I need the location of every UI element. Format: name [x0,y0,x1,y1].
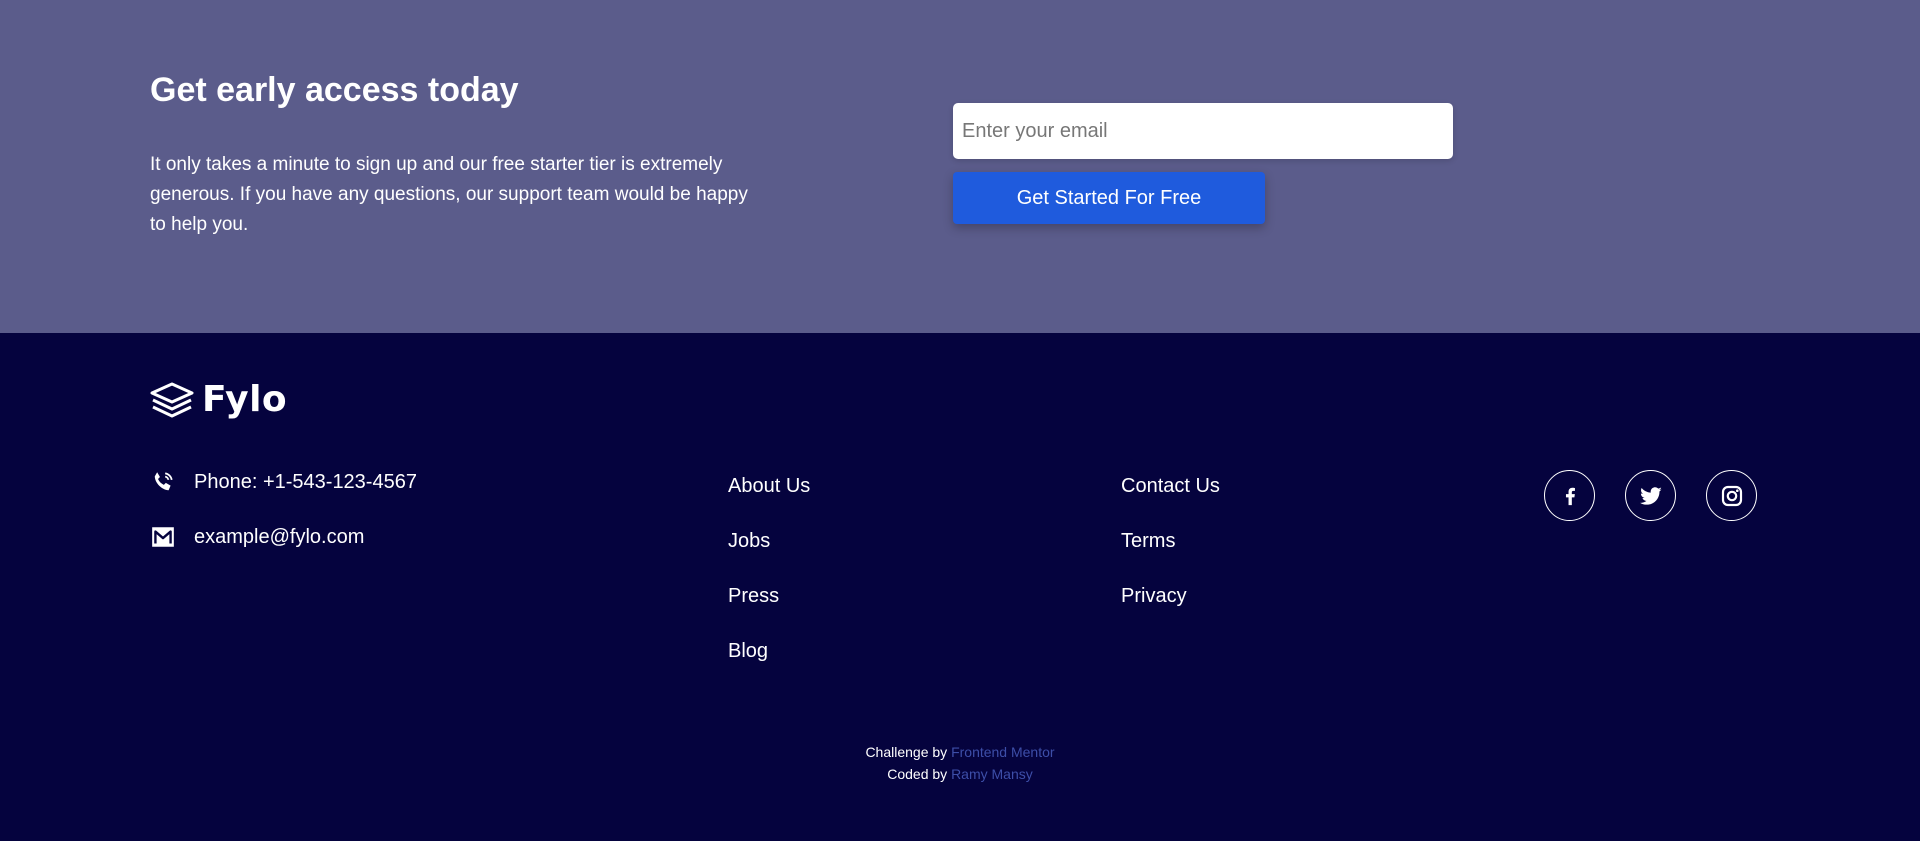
early-access-description: It only takes a minute to sign up and ou… [150,154,748,235]
phone-contact: Phone: +1-543-123-4567 [150,469,417,495]
facebook-button[interactable] [1544,470,1595,521]
coded-credit: Coded by Ramy Mansy [0,763,1920,785]
attribution: Challenge by Frontend Mentor Coded by Ra… [0,741,1920,785]
challenge-credit: Challenge by Frontend Mentor [0,741,1920,763]
author-link[interactable]: Ramy Mansy [951,766,1033,782]
logo-layers-icon [150,382,194,417]
instagram-button[interactable] [1706,470,1757,521]
mail-icon [150,524,176,550]
facebook-icon [1565,487,1575,505]
logo-text: Fylo [202,379,288,420]
early-access-title: Get early access today [150,71,519,109]
logo[interactable]: Fylo [150,379,287,420]
instagram-icon [1721,485,1742,506]
phone-icon [150,469,176,495]
footer-link-privacy[interactable]: Privacy [1121,584,1187,608]
email-input[interactable] [953,103,1453,159]
twitter-icon [1639,486,1662,505]
get-started-button[interactable]: Get Started For Free [953,172,1265,224]
footer: Fylo Phone: +1-543-123-4567 example@fylo… [0,333,1920,841]
frontend-mentor-link[interactable]: Frontend Mentor [951,744,1055,760]
footer-link-jobs[interactable]: Jobs [728,529,770,553]
challenge-prefix: Challenge by [865,744,948,760]
footer-link-press[interactable]: Press [728,584,779,608]
phone-number: Phone: +1-543-123-4567 [194,470,417,493]
twitter-button[interactable] [1625,470,1676,521]
early-access-section: Get early access today It only takes a m… [0,0,1920,333]
footer-link-about-us[interactable]: About Us [728,474,810,498]
email-contact: example@fylo.com [150,524,364,550]
footer-link-contact-us[interactable]: Contact Us [1121,474,1220,498]
footer-link-terms[interactable]: Terms [1121,529,1175,553]
email-address[interactable]: example@fylo.com [194,526,364,549]
footer-link-blog[interactable]: Blog [728,639,768,663]
coded-prefix: Coded by [887,766,948,782]
